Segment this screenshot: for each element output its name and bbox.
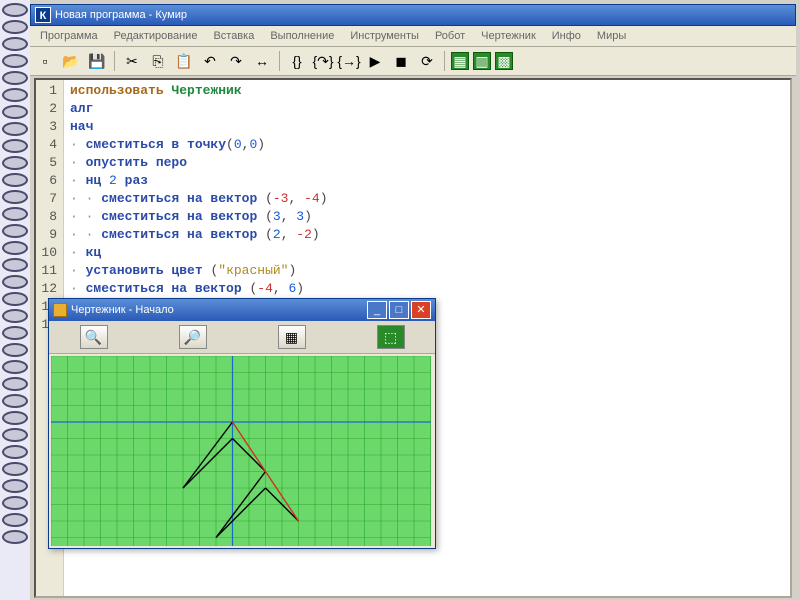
drawer-icon — [53, 303, 67, 317]
main-titlebar: К Новая программа - Кумир — [30, 4, 796, 26]
code-line-8[interactable]: · · сместиться на вектор (3, 3) — [70, 208, 784, 226]
menu-Инструменты[interactable]: Инструменты — [344, 28, 425, 44]
canvas-wrap — [49, 354, 435, 548]
code-line-2[interactable]: алг — [70, 100, 784, 118]
menu-Чертежник[interactable]: Чертежник — [475, 28, 542, 44]
menu-Программа[interactable]: Программа — [34, 28, 104, 44]
segment — [183, 439, 233, 489]
copy-icon[interactable]: ⎘ — [147, 50, 169, 72]
stop-icon[interactable]: ◼ — [390, 50, 412, 72]
zoom-in-button[interactable]: 🔍 — [80, 325, 108, 349]
toggle-icon[interactable]: ↔ — [251, 50, 273, 72]
menu-Вставка[interactable]: Вставка — [207, 28, 260, 44]
save-icon[interactable]: 💾 — [86, 50, 108, 72]
run-icon[interactable]: ▶ — [364, 50, 386, 72]
menu-Миры[interactable]: Миры — [591, 28, 632, 44]
code-line-9[interactable]: · · сместиться на вектор (2, -2) — [70, 226, 784, 244]
reload-icon[interactable]: ⟳ — [416, 50, 438, 72]
main-toolbar: ▫📂💾 ✂⎘📋↶↷↔ {}{↷}{→}▶◼⟳ ▦▥▩ — [30, 47, 796, 76]
grid1-icon[interactable]: ▦ — [451, 52, 469, 70]
drawer-canvas[interactable] — [51, 356, 431, 546]
code-line-12[interactable]: · сместиться на вектор (-4, 6) — [70, 280, 784, 298]
grid-button[interactable]: ▦ — [278, 325, 306, 349]
open-icon[interactable]: 📂 — [60, 50, 82, 72]
drawer-toolbar: 🔍 🔎 ▦ ⬚ — [49, 321, 435, 354]
drawer-window[interactable]: Чертежник - Начало _ □ ✕ 🔍 🔎 ▦ ⬚ — [48, 298, 436, 549]
drawer-title: Чертежник - Начало — [71, 304, 174, 316]
code-line-4[interactable]: · сместиться в точку(0,0) — [70, 136, 784, 154]
minimize-button[interactable]: _ — [367, 301, 387, 319]
step-out-icon[interactable]: {→} — [338, 50, 360, 72]
app-title: Новая программа - Кумир — [55, 9, 187, 21]
app-icon: К — [35, 7, 51, 23]
redo-icon[interactable]: ↷ — [225, 50, 247, 72]
code-line-1[interactable]: использовать Чертежник — [70, 82, 784, 100]
grid2-icon[interactable]: ▥ — [473, 52, 491, 70]
home-button[interactable]: ⬚ — [377, 325, 405, 349]
menu-Инфо[interactable]: Инфо — [546, 28, 587, 44]
menubar: ПрограммаРедактированиеВставкаВыполнение… — [30, 26, 796, 47]
paste-icon[interactable]: 📋 — [173, 50, 195, 72]
step-in-icon[interactable]: {} — [286, 50, 308, 72]
code-line-5[interactable]: · опустить перо — [70, 154, 784, 172]
maximize-button[interactable]: □ — [389, 301, 409, 319]
code-line-10[interactable]: · кц — [70, 244, 784, 262]
code-line-6[interactable]: · нц 2 раз — [70, 172, 784, 190]
zoom-out-button[interactable]: 🔎 — [179, 325, 207, 349]
new-icon[interactable]: ▫ — [34, 50, 56, 72]
menu-Выполнение[interactable]: Выполнение — [264, 28, 340, 44]
undo-icon[interactable]: ↶ — [199, 50, 221, 72]
code-line-11[interactable]: · установить цвет ("красный") — [70, 262, 784, 280]
notebook-spiral — [0, 0, 30, 600]
code-line-3[interactable]: нач — [70, 118, 784, 136]
cut-icon[interactable]: ✂ — [121, 50, 143, 72]
menu-Редактирование[interactable]: Редактирование — [108, 28, 204, 44]
grid3-icon[interactable]: ▩ — [495, 52, 513, 70]
segment — [216, 488, 266, 538]
close-button[interactable]: ✕ — [411, 301, 431, 319]
drawer-titlebar[interactable]: Чертежник - Начало _ □ ✕ — [49, 299, 435, 321]
step-over-icon[interactable]: {↷} — [312, 50, 334, 72]
menu-Робот[interactable]: Робот — [429, 28, 471, 44]
code-line-7[interactable]: · · сместиться на вектор (-3, -4) — [70, 190, 784, 208]
